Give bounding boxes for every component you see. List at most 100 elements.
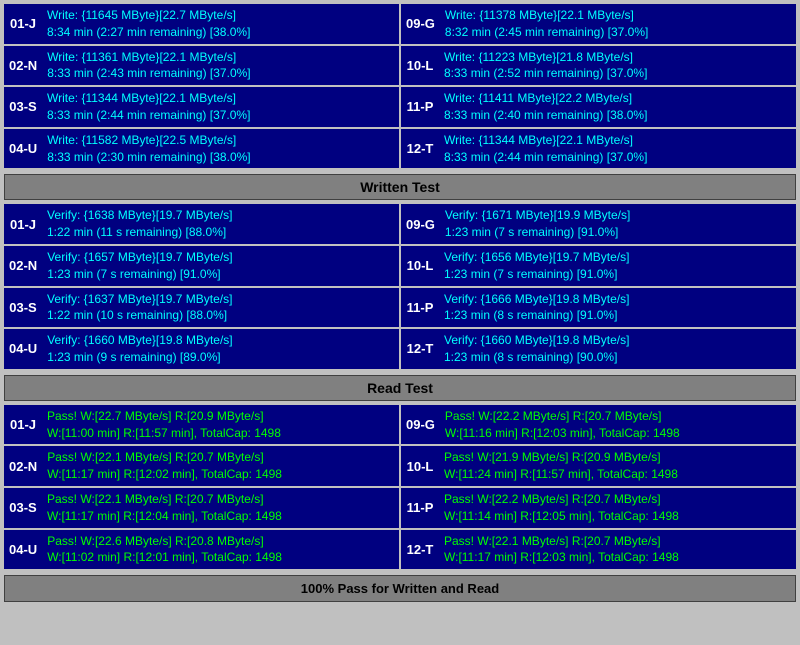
row-id-label: 09-G xyxy=(401,405,440,445)
row-data: Pass! W:[22.1 MByte/s] R:[20.7 MByte/s]W… xyxy=(42,488,399,528)
row-id-label: 02-N xyxy=(4,46,42,86)
row-data: Pass! W:[22.1 MByte/s] R:[20.7 MByte/s]W… xyxy=(42,446,399,486)
row-id-label: 04-U xyxy=(4,530,42,570)
table-row: 03-SWrite: {11344 MByte}[22.1 MByte/s]8:… xyxy=(4,87,399,127)
row-line2: 1:23 min (8 s remaining) [91.0%] xyxy=(444,307,791,324)
row-line2: 1:23 min (7 s remaining) [91.0%] xyxy=(445,224,791,241)
written-test-header: Written Test xyxy=(4,174,796,200)
table-row: 02-N Write: {11361 MByte}[22.1 MByte/s]8:… xyxy=(4,46,399,86)
verify-right: 09-GVerify: {1671 MByte}[19.9 MByte/s]1:… xyxy=(401,204,796,370)
read-test-section: 01-JPass! W:[22.7 MByte/s] R:[20.9 MByte… xyxy=(4,405,796,571)
row-line2: 8:34 min (2:27 min remaining) [38.0%] xyxy=(47,24,394,41)
row-line1: Pass! W:[22.2 MByte/s] R:[20.7 MByte/s] xyxy=(444,491,791,508)
row-id-label: 10-L xyxy=(401,46,439,86)
row-line2: 8:33 min (2:44 min remaining) [37.0%] xyxy=(444,149,791,166)
row-id-label: 11-P xyxy=(401,288,439,328)
row-id-label: 04-U xyxy=(4,129,42,169)
row-line1: Write: {11645 MByte}[22.7 MByte/s] xyxy=(47,7,394,24)
table-row: 04-UVerify: {1660 MByte}[19.8 MByte/s]1:… xyxy=(4,329,399,369)
row-line1: Write: {11223 MByte}[21.8 MByte/s] xyxy=(444,49,791,66)
row-line2: W:[11:17 min] R:[12:03 min], TotalCap: 1… xyxy=(444,549,791,566)
row-data: Pass! W:[22.2 MByte/s] R:[20.7 MByte/s]W… xyxy=(439,488,796,528)
row-line2: 1:23 min (7 s remaining) [91.0%] xyxy=(47,266,394,283)
row-id-label: 12-T xyxy=(401,530,439,570)
row-id-label: 01-J xyxy=(4,405,42,445)
row-line1: Pass! W:[22.6 MByte/s] R:[20.8 MByte/s] xyxy=(47,533,394,550)
table-row: 12-TWrite: {11344 MByte}[22.1 MByte/s]8:… xyxy=(401,129,796,169)
row-line1: Write: {11361 MByte}[22.1 MByte/s] xyxy=(47,49,394,66)
row-line1: Verify: {1660 MByte}[19.8 MByte/s] xyxy=(47,332,394,349)
table-row: 02-NVerify: {1657 MByte}[19.7 MByte/s]1:… xyxy=(4,246,399,286)
row-line1: Pass! W:[22.2 MByte/s] R:[20.7 MByte/s] xyxy=(445,408,791,425)
written-test-section: 01-JWrite: {11645 MByte}[22.7 MByte/s]8:… xyxy=(4,4,796,170)
read-test-header: Read Test xyxy=(4,375,796,401)
row-line2: W:[11:00 min] R:[11:57 min], TotalCap: 1… xyxy=(47,425,394,442)
row-id-label: 12-T xyxy=(401,329,439,369)
table-row: 01-J Write: {11645 MByte}[22.7 MByte/s]8:… xyxy=(4,4,399,44)
row-data: Pass! W:[22.7 MByte/s] R:[20.9 MByte/s]W… xyxy=(42,405,399,445)
row-line2: 8:33 min (2:30 min remaining) [38.0%] xyxy=(47,149,394,166)
table-row: 11-P Verify: {1666 MByte}[19.8 MByte/s]1:… xyxy=(401,288,796,328)
row-line1: Pass! W:[21.9 MByte/s] R:[20.9 MByte/s] xyxy=(444,449,791,466)
row-data: Write: {11582 MByte}[22.5 MByte/s]8:33 m… xyxy=(42,129,399,169)
row-id-label: 09-G xyxy=(401,4,440,44)
verify-left: 01-JVerify: {1638 MByte}[19.7 MByte/s]1:… xyxy=(4,204,399,370)
row-line1: Pass! W:[22.1 MByte/s] R:[20.7 MByte/s] xyxy=(47,491,394,508)
row-line1: Verify: {1671 MByte}[19.9 MByte/s] xyxy=(445,207,791,224)
read-rows: 01-JPass! W:[22.7 MByte/s] R:[20.9 MByte… xyxy=(4,405,796,571)
row-id-label: 12-T xyxy=(401,129,439,169)
table-row: 03-SPass! W:[22.1 MByte/s] R:[20.7 MByte… xyxy=(4,488,399,528)
row-id-label: 10-L xyxy=(401,246,439,286)
main-container: 01-JWrite: {11645 MByte}[22.7 MByte/s]8:… xyxy=(0,0,800,606)
row-line2: W:[11:02 min] R:[12:01 min], TotalCap: 1… xyxy=(47,549,394,566)
row-line2: 8:33 min (2:43 min remaining) [37.0%] xyxy=(47,65,394,82)
table-row: 09-GWrite: {11378 MByte}[22.1 MByte/s]8:… xyxy=(401,4,796,44)
status-bar: 100% Pass for Written and Read xyxy=(4,575,796,602)
row-id-label: 03-S xyxy=(4,87,42,127)
row-data: Verify: {1660 MByte}[19.8 MByte/s]1:23 m… xyxy=(42,329,399,369)
row-line1: Pass! W:[22.1 MByte/s] R:[20.7 MByte/s] xyxy=(444,533,791,550)
table-row: 09-GPass! W:[22.2 MByte/s] R:[20.7 MByte… xyxy=(401,405,796,445)
row-data: Write: {11411 MByte}[22.2 MByte/s]8:33 m… xyxy=(439,87,796,127)
row-id-label: 10-L xyxy=(401,446,439,486)
row-data: Pass! W:[21.9 MByte/s] R:[20.9 MByte/s]W… xyxy=(439,446,796,486)
table-row: 11-PWrite: {11411 MByte}[22.2 MByte/s]8:… xyxy=(401,87,796,127)
row-data: Pass! W:[22.6 MByte/s] R:[20.8 MByte/s]W… xyxy=(42,530,399,570)
written-right: 09-GWrite: {11378 MByte}[22.1 MByte/s]8:… xyxy=(401,4,796,170)
row-line2: 8:33 min (2:40 min remaining) [38.0%] xyxy=(444,107,791,124)
table-row: 10-LVerify: {1656 MByte}[19.7 MByte/s]1:… xyxy=(401,246,796,286)
row-line1: Verify: {1660 MByte}[19.8 MByte/s] xyxy=(444,332,791,349)
row-id-label: 03-S xyxy=(4,288,42,328)
row-data: Verify: {1660 MByte}[19.8 MByte/s]1:23 m… xyxy=(439,329,796,369)
row-data: Verify: {1638 MByte}[19.7 MByte/s]1:22 m… xyxy=(42,204,399,244)
row-line2: 1:23 min (7 s remaining) [91.0%] xyxy=(444,266,791,283)
row-line2: W:[11:16 min] R:[12:03 min], TotalCap: 1… xyxy=(445,425,791,442)
row-data: Verify: {1656 MByte}[19.7 MByte/s]1:23 m… xyxy=(439,246,796,286)
row-line2: 8:33 min (2:52 min remaining) [37.0%] xyxy=(444,65,791,82)
row-id-label: 04-U xyxy=(4,329,42,369)
row-line2: W:[11:17 min] R:[12:02 min], TotalCap: 1… xyxy=(47,466,394,483)
row-data: Write: {11344 MByte}[22.1 MByte/s]8:33 m… xyxy=(439,129,796,169)
row-line1: Write: {11344 MByte}[22.1 MByte/s] xyxy=(444,132,791,149)
row-data: Write: {11223 MByte}[21.8 MByte/s]8:33 m… xyxy=(439,46,796,86)
table-row: 12-TPass! W:[22.1 MByte/s] R:[20.7 MByte… xyxy=(401,530,796,570)
row-id-label: 01-J xyxy=(4,4,42,44)
row-data: Verify: {1637 MByte}[19.7 MByte/s]1:22 m… xyxy=(42,288,399,328)
row-id-label: 11-P xyxy=(401,488,439,528)
row-data: Pass! W:[22.2 MByte/s] R:[20.7 MByte/s]W… xyxy=(440,405,796,445)
row-id-label: 01-J xyxy=(4,204,42,244)
row-id-label: 02-N xyxy=(4,446,42,486)
row-line2: 8:33 min (2:44 min remaining) [37.0%] xyxy=(47,107,394,124)
row-line2: W:[11:24 min] R:[11:57 min], TotalCap: 1… xyxy=(444,466,791,483)
row-line2: 1:22 min (10 s remaining) [88.0%] xyxy=(47,307,394,324)
row-data: Verify: {1657 MByte}[19.7 MByte/s]1:23 m… xyxy=(42,246,399,286)
row-id-label: 09-G xyxy=(401,204,440,244)
row-id-label: 02-N xyxy=(4,246,42,286)
table-row: 01-JPass! W:[22.7 MByte/s] R:[20.9 MByte… xyxy=(4,405,399,445)
row-line1: Verify: {1657 MByte}[19.7 MByte/s] xyxy=(47,249,394,266)
written-left: 01-JWrite: {11645 MByte}[22.7 MByte/s]8:… xyxy=(4,4,399,170)
row-line1: Verify: {1666 MByte}[19.8 MByte/s] xyxy=(444,291,791,308)
row-data: Pass! W:[22.1 MByte/s] R:[20.7 MByte/s]W… xyxy=(439,530,796,570)
table-row: 04-UPass! W:[22.6 MByte/s] R:[20.8 MByte… xyxy=(4,530,399,570)
verify-section: 01-JVerify: {1638 MByte}[19.7 MByte/s]1:… xyxy=(4,204,796,370)
